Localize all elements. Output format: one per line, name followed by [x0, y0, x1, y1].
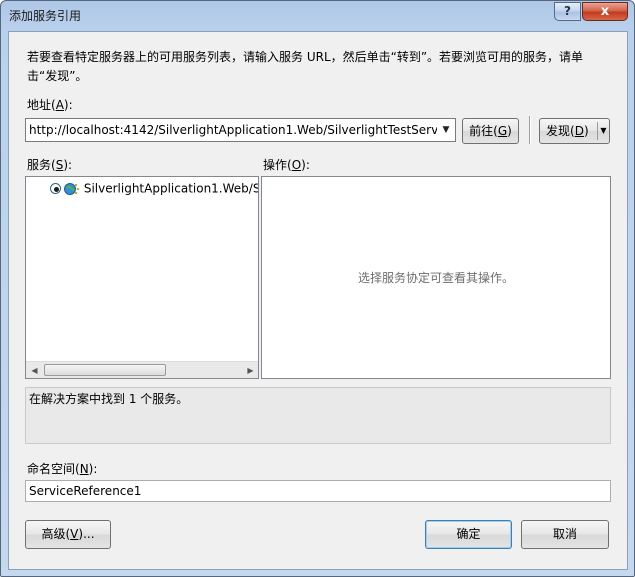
- namespace-label: 命名空间(N):: [27, 462, 98, 476]
- close-icon: x: [600, 4, 610, 19]
- address-label: 地址(A):: [27, 98, 73, 112]
- status-text: 在解决方案中找到 1 个服务。: [29, 392, 189, 406]
- scroll-right-icon[interactable]: ▶: [242, 363, 258, 378]
- close-button[interactable]: x: [582, 2, 628, 21]
- window-title: 添加服务引用: [9, 9, 82, 23]
- namespace-value: ServiceReference1: [29, 484, 142, 498]
- help-icon: ?: [564, 4, 571, 18]
- dialog-body: 若要查看特定服务器上的可用服务列表，请输入服务 URL，然后单击“转到”。若要浏…: [8, 31, 628, 570]
- service-globe-icon: [64, 182, 79, 195]
- help-button[interactable]: ?: [554, 2, 581, 21]
- operations-panel[interactable]: 选择服务协定可查看其操作。: [261, 176, 611, 379]
- scroll-left-icon[interactable]: ◀: [26, 363, 43, 378]
- address-combobox[interactable]: http://localhost:4142/SilverlightApplica…: [25, 118, 456, 142]
- chevron-down-icon[interactable]: ▼: [438, 120, 454, 140]
- title-bar[interactable]: 添加服务引用 ? x: [1, 1, 634, 31]
- operations-placeholder: 选择服务协定可查看其操作。: [357, 271, 514, 285]
- advanced-button[interactable]: 高级(V)...: [25, 520, 111, 549]
- instructions-text: 若要查看特定服务器上的可用服务列表，请输入服务 URL，然后单击“转到”。若要浏…: [27, 48, 607, 86]
- service-label: SilverlightApplication1.Web/S: [83, 181, 259, 196]
- toolbar-separator: [529, 116, 531, 144]
- instructions-line-1: 若要查看特定服务器上的可用服务列表，请输入服务 URL，然后单击“转到”。若要浏…: [27, 50, 584, 64]
- status-box: 在解决方案中找到 1 个服务。: [25, 387, 611, 444]
- horizontal-scrollbar[interactable]: ◀ ▶: [26, 361, 258, 378]
- cancel-button[interactable]: 取消: [521, 520, 609, 549]
- discover-button[interactable]: 发现(D) ▼: [539, 118, 610, 144]
- discover-dropdown-icon[interactable]: ▼: [597, 122, 609, 140]
- ok-button[interactable]: 确定: [425, 520, 512, 549]
- instructions-line-2: 击“发现”。: [27, 69, 88, 83]
- address-value: http://localhost:4142/SilverlightApplica…: [29, 123, 437, 137]
- expand-radio-icon[interactable]: [50, 183, 61, 194]
- tree-item-service[interactable]: SilverlightApplication1.Web/S: [50, 181, 259, 196]
- go-button[interactable]: 前往(G): [462, 118, 519, 144]
- dialog-window: 添加服务引用 ? x 若要查看特定服务器上的可用服务列表，请输入服务 URL，然…: [0, 0, 635, 577]
- scroll-thumb[interactable]: [44, 364, 166, 376]
- services-label: 服务(S):: [27, 158, 73, 172]
- operations-label: 操作(O):: [263, 158, 310, 172]
- services-tree[interactable]: SilverlightApplication1.Web/S ◀ ▶: [25, 176, 259, 379]
- namespace-input[interactable]: ServiceReference1: [25, 480, 611, 502]
